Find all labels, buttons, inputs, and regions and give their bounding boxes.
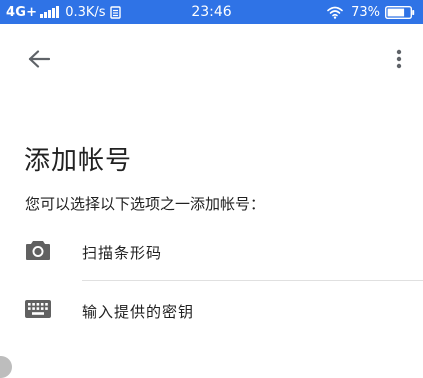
enter-key-option[interactable]: 输入提供的密钥: [0, 281, 423, 339]
battery-percent: 73%: [351, 5, 380, 20]
arrow-back-icon: [28, 50, 50, 68]
scan-barcode-option[interactable]: 扫描条形码: [0, 222, 423, 280]
battery-icon: [385, 6, 415, 19]
status-right: 73%: [327, 4, 415, 20]
more-options-button[interactable]: [389, 46, 409, 72]
scan-barcode-label: 扫描条形码: [82, 242, 162, 263]
app-bar: [0, 24, 423, 94]
keyboard-icon: [24, 297, 52, 321]
page-subtitle: 您可以选择以下选项之一添加帐号：: [25, 193, 265, 214]
corner-decoration: [0, 356, 12, 378]
page-title: 添加帐号: [24, 140, 132, 177]
more-vert-icon: [396, 49, 402, 69]
status-bar: 4G+ 0.3K/s 23:46 73%: [0, 0, 423, 24]
back-button[interactable]: [22, 46, 56, 72]
enter-key-label: 输入提供的密钥: [82, 301, 194, 322]
camera-icon: [24, 238, 52, 262]
wifi-icon: [327, 6, 343, 19]
